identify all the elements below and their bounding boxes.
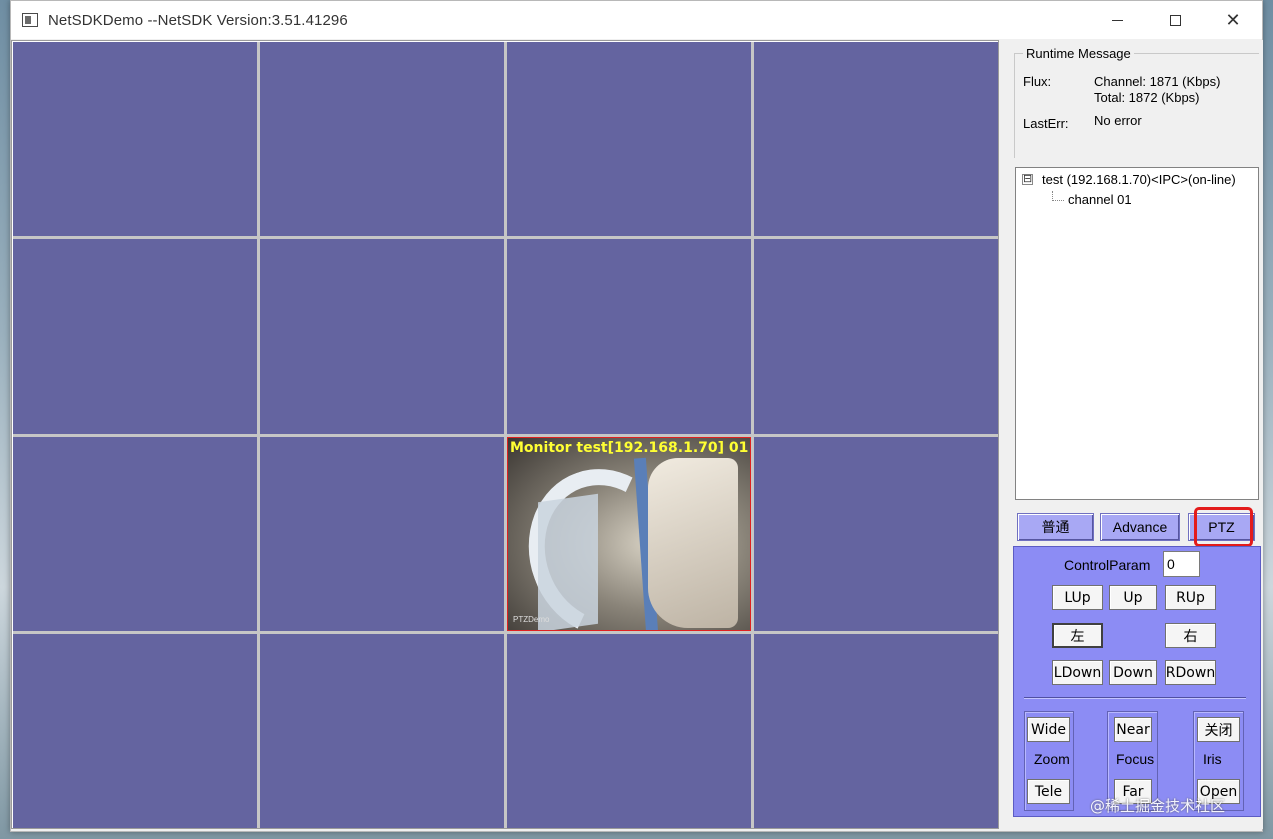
minimize-icon	[1111, 19, 1123, 21]
video-cell-10[interactable]	[260, 436, 504, 631]
tree-item-channel[interactable]: channel 01	[1052, 190, 1132, 207]
video-cell-15[interactable]	[507, 633, 751, 828]
flux-label: Flux:	[1023, 74, 1052, 89]
camera-overlay-text: Monitor test[192.168.1.70] 01	[510, 439, 749, 456]
ptz-right-down-button[interactable]: RDown	[1165, 660, 1216, 685]
ptz-right-up-button[interactable]: RUp	[1165, 585, 1216, 610]
video-cell-6[interactable]	[260, 239, 504, 434]
app-window: NetSDKDemo --NetSDK Version:3.51.41296 ✕…	[10, 0, 1263, 832]
video-cell-4[interactable]	[754, 42, 998, 237]
video-cell-7[interactable]	[507, 239, 751, 434]
video-cell-1[interactable]	[13, 42, 257, 237]
video-wall: Monitor test[192.168.1.70] 01 PTZDemo	[11, 40, 999, 829]
close-icon: ✕	[1225, 10, 1241, 30]
video-cell-8[interactable]	[754, 239, 998, 434]
channel-flux: Channel: 1871 (Kbps)	[1094, 74, 1221, 89]
video-cell-3[interactable]	[507, 42, 751, 237]
ptz-right-button[interactable]: 右	[1165, 623, 1216, 648]
video-cell-5[interactable]	[13, 239, 257, 434]
video-cell-9[interactable]	[13, 436, 257, 631]
zoom-wide-button[interactable]: Wide	[1027, 717, 1070, 742]
video-grid: Monitor test[192.168.1.70] 01 PTZDemo	[13, 42, 998, 828]
video-cell-active[interactable]: Monitor test[192.168.1.70] 01 PTZDemo	[507, 436, 751, 631]
ptz-panel: ControlParam 0 LUp Up RUp 左 右 LDown Down…	[1013, 546, 1261, 817]
title-bar[interactable]: NetSDKDemo --NetSDK Version:3.51.41296 ✕	[11, 1, 1262, 39]
ptz-separator	[1024, 697, 1246, 699]
runtime-message-legend: Runtime Message	[1023, 46, 1134, 61]
window-title: NetSDKDemo --NetSDK Version:3.51.41296	[48, 11, 348, 29]
lasterr-label: LastErr:	[1023, 116, 1069, 131]
tab-normal[interactable]: 普通	[1017, 513, 1094, 541]
focus-near-button[interactable]: Near	[1114, 717, 1152, 742]
collapse-icon[interactable]: ⊟	[1022, 174, 1033, 185]
control-param-label: ControlParam	[1064, 557, 1151, 573]
video-cell-2[interactable]	[260, 42, 504, 237]
device-tree[interactable]: ⊟ test (192.168.1.70)<IPC>(on-line) chan…	[1015, 167, 1259, 500]
camera-feed	[508, 437, 750, 630]
runtime-message-group: Runtime Message Flux: Channel: 1871 (Kbp…	[1014, 46, 1259, 158]
ptz-left-down-button[interactable]: LDown	[1052, 660, 1103, 685]
control-param-input[interactable]: 0	[1163, 551, 1200, 577]
tree-item-device[interactable]: ⊟ test (192.168.1.70)<IPC>(on-line)	[1022, 172, 1236, 187]
video-cell-16[interactable]	[754, 633, 998, 828]
maximize-icon	[1169, 14, 1181, 26]
minimize-button[interactable]	[1088, 1, 1146, 39]
iris-close-button[interactable]: 关闭	[1197, 717, 1240, 742]
mode-tabs: 普通 Advance PTZ	[1013, 513, 1263, 545]
right-panel: Runtime Message Flux: Channel: 1871 (Kbp…	[1001, 40, 1263, 829]
zoom-tele-button[interactable]: Tele	[1027, 779, 1070, 804]
app-window-icon	[22, 13, 38, 27]
close-button[interactable]: ✕	[1204, 1, 1262, 39]
total-flux: Total: 1872 (Kbps)	[1094, 90, 1200, 105]
ptz-up-button[interactable]: Up	[1109, 585, 1157, 610]
camera-watermark: PTZDemo	[513, 614, 550, 624]
tree-item-channel-label: channel 01	[1068, 192, 1132, 207]
video-cell-14[interactable]	[260, 633, 504, 828]
page-watermark: @稀土掘金技术社区	[1090, 797, 1226, 815]
video-cell-13[interactable]	[13, 633, 257, 828]
tree-item-device-label: test (192.168.1.70)<IPC>(on-line)	[1042, 172, 1236, 187]
iris-label: Iris	[1203, 751, 1222, 767]
maximize-button[interactable]	[1146, 1, 1204, 39]
lasterr-value: No error	[1094, 113, 1142, 128]
ptz-down-button[interactable]: Down	[1109, 660, 1157, 685]
focus-label: Focus	[1116, 751, 1155, 767]
tab-advance[interactable]: Advance	[1100, 513, 1180, 541]
tree-connector	[1052, 190, 1064, 201]
ptz-left-button[interactable]: 左	[1052, 623, 1103, 648]
video-cell-12[interactable]	[754, 436, 998, 631]
tab-ptz[interactable]: PTZ	[1188, 513, 1255, 541]
zoom-label: Zoom	[1034, 751, 1070, 767]
ptz-left-up-button[interactable]: LUp	[1052, 585, 1103, 610]
